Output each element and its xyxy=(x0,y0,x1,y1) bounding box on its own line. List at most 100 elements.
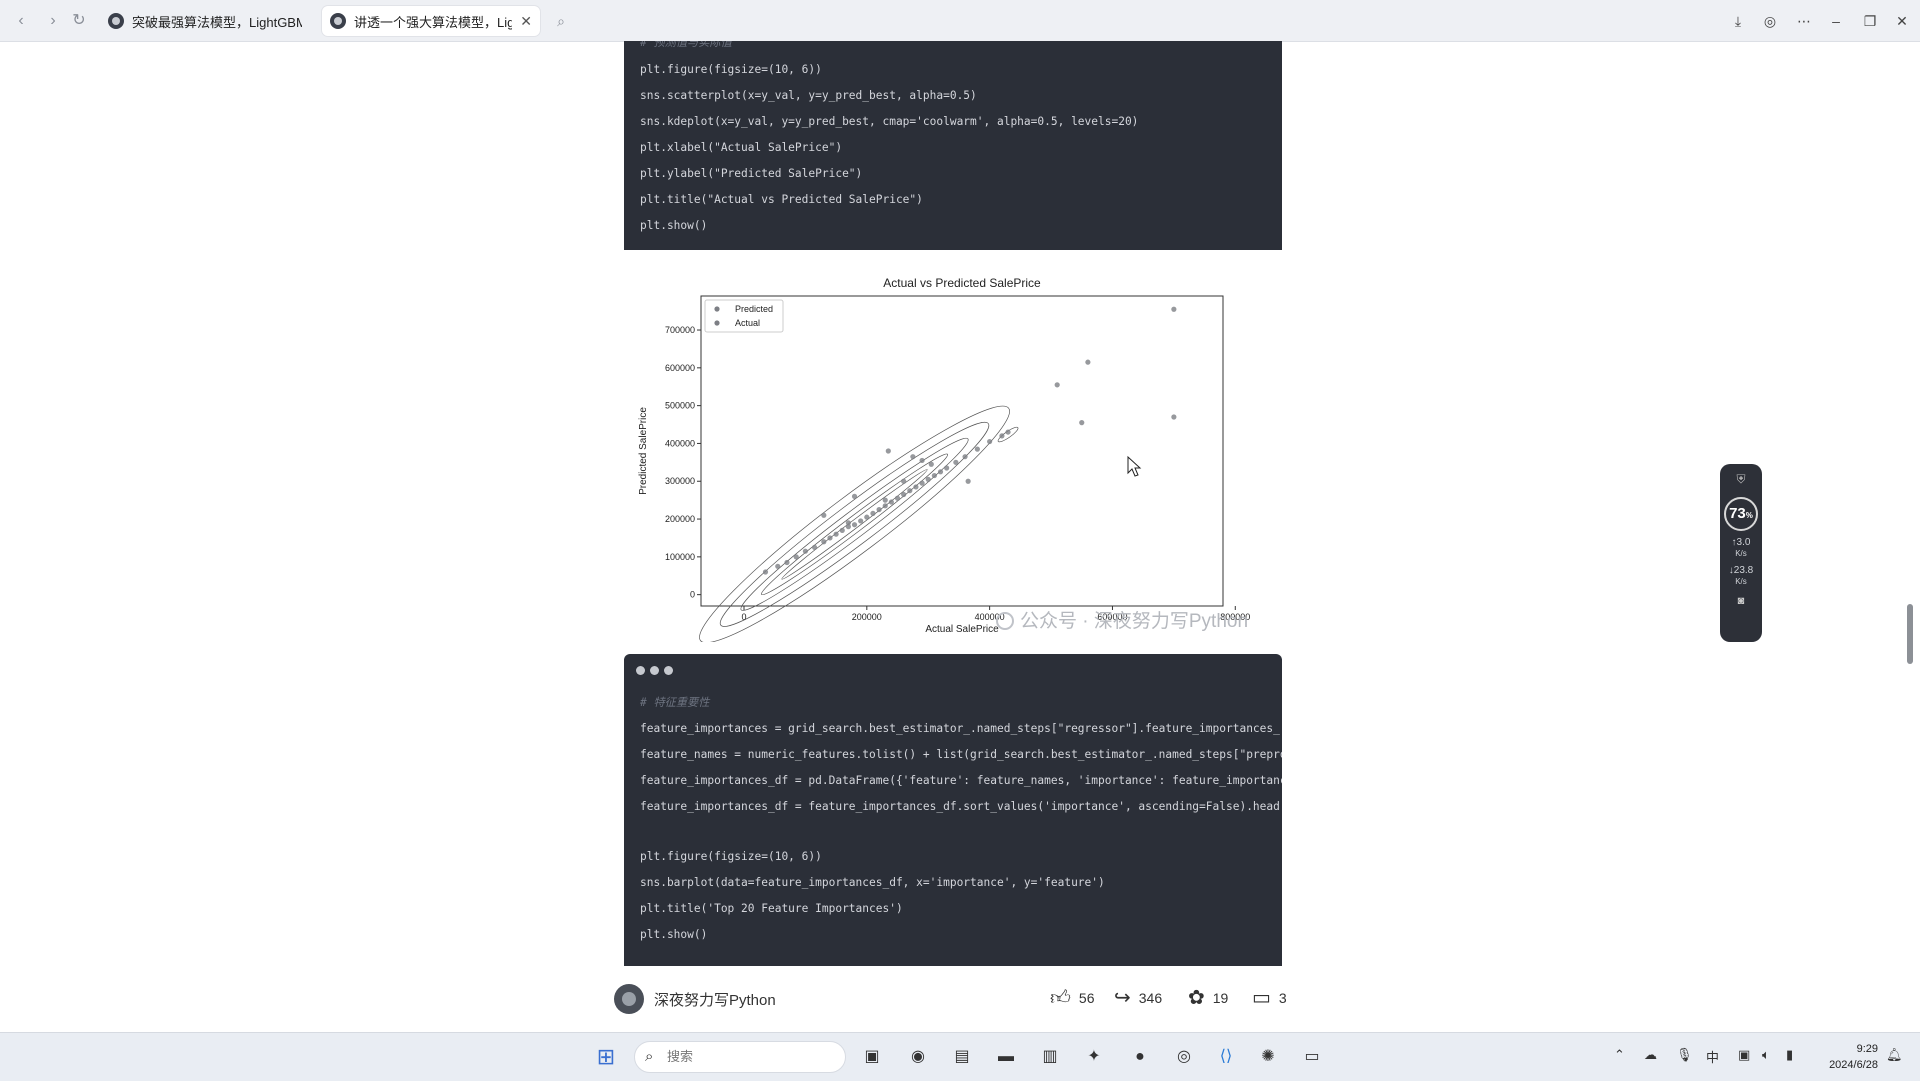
data-point xyxy=(784,559,790,566)
data-point xyxy=(901,478,907,484)
data-point xyxy=(928,461,934,467)
more-menu-icon[interactable]: ⋯ xyxy=(1792,9,1816,33)
author-info[interactable]: 深夜努力写Python xyxy=(614,984,776,1014)
cloud-icon[interactable]: ☁ xyxy=(1644,1047,1657,1063)
volume-icon[interactable]: 🔈︎ xyxy=(1762,1047,1770,1063)
tab-2[interactable]: 讲透一个强大算法模型，Ligh ✕ xyxy=(322,6,540,36)
scatter-chart: Actual vs Predicted SalePrice 0 200000 4000… xyxy=(638,276,1250,642)
code-line: feature_names = numeric_features.tolist(… xyxy=(640,748,1282,761)
data-point xyxy=(882,497,888,503)
data-point xyxy=(821,512,827,518)
forward-icon[interactable]: › xyxy=(42,10,64,32)
terminal-icon[interactable]: ▬ xyxy=(994,1045,1018,1069)
y-tick-label: 500000 xyxy=(665,401,695,411)
data-point xyxy=(901,491,907,498)
restore-icon[interactable]: ❐ xyxy=(1858,9,1882,33)
battery-icon[interactable]: ▮ xyxy=(1786,1047,1793,1063)
search-tabs-icon[interactable]: ⌕ xyxy=(550,10,572,32)
vscode-icon[interactable]: ⟨⟩ xyxy=(1214,1045,1238,1069)
data-point xyxy=(931,472,937,479)
code-line: plt.show() xyxy=(640,219,708,232)
taskbar-search[interactable]: ⌕ 搜索 xyxy=(634,1041,846,1073)
watermark: 公众号 · 深夜努力写Python xyxy=(996,606,1248,633)
comment-button[interactable]: ▭ 3 xyxy=(1252,988,1287,1008)
active-browser-icon[interactable]: ● xyxy=(1128,1045,1152,1069)
close-window-icon[interactable]: ✕ xyxy=(1890,9,1914,33)
camera-icon[interactable]: ◙ xyxy=(1720,595,1762,607)
legend-marker xyxy=(714,320,720,326)
data-point xyxy=(1085,359,1091,365)
folder-icon[interactable]: ▤ xyxy=(950,1045,974,1069)
code-line: plt.figure(figsize=(10, 6)) xyxy=(640,63,822,76)
y-tick-label: 600000 xyxy=(665,363,695,373)
y-tick-label: 300000 xyxy=(665,476,695,486)
system-monitor-widget[interactable]: ⛨ 73% ↑3.0 K/s ↓23.8 K/s ◙ xyxy=(1720,464,1762,642)
start-icon[interactable]: ⊞ xyxy=(594,1045,618,1069)
browser-app-icon[interactable]: ◉ xyxy=(906,1045,930,1069)
notification-bell-icon[interactable]: 🔔︎ xyxy=(1886,1047,1903,1063)
back-icon[interactable]: ‹ xyxy=(10,10,32,32)
share-icon: ↪ xyxy=(1114,987,1131,1009)
chrome-icon[interactable]: ◎ xyxy=(1172,1045,1196,1069)
tab-favicon-icon xyxy=(108,13,124,29)
tab-1[interactable]: 突破最强算法模型，LightGBM！ xyxy=(100,6,310,36)
code-line: feature_importances_df = pd.DataFrame({'… xyxy=(640,774,1282,787)
code-line: # 特征重要性 xyxy=(640,696,710,709)
minimize-icon[interactable]: – xyxy=(1824,9,1848,33)
scrollbar-thumb[interactable] xyxy=(1907,604,1913,664)
data-point xyxy=(864,514,870,520)
code-line: plt.title("Actual vs Predicted SalePrice… xyxy=(640,193,923,206)
data-point xyxy=(762,569,769,575)
data-point xyxy=(888,499,894,505)
files-icon[interactable]: ▥ xyxy=(1038,1045,1062,1069)
recommend-button[interactable]: ✿ 19 xyxy=(1188,988,1228,1008)
download-icon[interactable]: ⤓ xyxy=(1726,9,1750,33)
data-point xyxy=(962,454,968,460)
screen-app-icon[interactable]: ▭ xyxy=(1300,1045,1324,1069)
data-point xyxy=(839,527,845,533)
microphone-icon[interactable]: 🎙︎ xyxy=(1676,1047,1693,1063)
author-name[interactable]: 深夜努力写Python xyxy=(654,989,776,1010)
data-point xyxy=(845,520,851,526)
data-point xyxy=(999,433,1005,439)
data-point xyxy=(812,544,818,551)
data-point xyxy=(937,469,944,475)
data-point xyxy=(802,548,808,554)
data-point xyxy=(913,484,919,490)
y-axis-label: Predicted SalePrice xyxy=(638,407,649,495)
globe-icon[interactable]: ◎ xyxy=(1758,9,1782,33)
search-placeholder: 搜索 xyxy=(667,1049,694,1064)
code-line: sns.barplot(data=feature_importances_df,… xyxy=(640,876,1105,889)
pinned-app-icon[interactable]: ✺ xyxy=(1256,1045,1280,1069)
watermark-text: 公众号 · 深夜努力写Python xyxy=(1020,611,1249,632)
x-tick-label: 0 xyxy=(741,612,746,622)
ime-indicator[interactable]: 中 xyxy=(1706,1047,1719,1066)
avatar[interactable] xyxy=(614,984,644,1014)
data-point xyxy=(894,495,901,501)
data-point xyxy=(1054,382,1060,388)
reload-icon[interactable]: ↻ xyxy=(68,10,90,32)
comment-count: 3 xyxy=(1278,990,1287,1006)
data-point xyxy=(974,446,980,452)
data-point xyxy=(919,457,925,464)
data-point xyxy=(833,531,839,537)
like-button[interactable]: 👍︎ 56 xyxy=(1050,988,1094,1008)
network-icon[interactable]: ▣ xyxy=(1738,1047,1750,1063)
data-point xyxy=(1171,414,1177,420)
y-tick-label: 100000 xyxy=(665,552,695,562)
data-point xyxy=(882,503,888,509)
code-line: # 预测值与实际值 xyxy=(640,41,732,49)
share-button[interactable]: ↪ 346 xyxy=(1114,988,1162,1008)
x-tick-label: 200000 xyxy=(852,612,882,622)
data-point xyxy=(827,535,833,541)
close-tab-icon[interactable]: ✕ xyxy=(520,13,532,30)
data-point xyxy=(858,518,864,524)
search-icon: ⌕ xyxy=(645,1048,654,1065)
tray-overflow-icon[interactable]: ⌃ xyxy=(1614,1047,1625,1063)
code-block-1: # 预测值与实际值 plt.figure(figsize=(10, 6)) sn… xyxy=(624,41,1282,250)
code-line: plt.figure(figsize=(10, 6)) xyxy=(640,850,822,863)
usage-gauge: 73% xyxy=(1724,497,1758,531)
clock[interactable]: 9:29 2024/6/28 xyxy=(1808,1041,1878,1073)
tool-app-icon[interactable]: ✦ xyxy=(1082,1045,1106,1069)
task-view-icon[interactable]: ▣ xyxy=(860,1045,884,1069)
